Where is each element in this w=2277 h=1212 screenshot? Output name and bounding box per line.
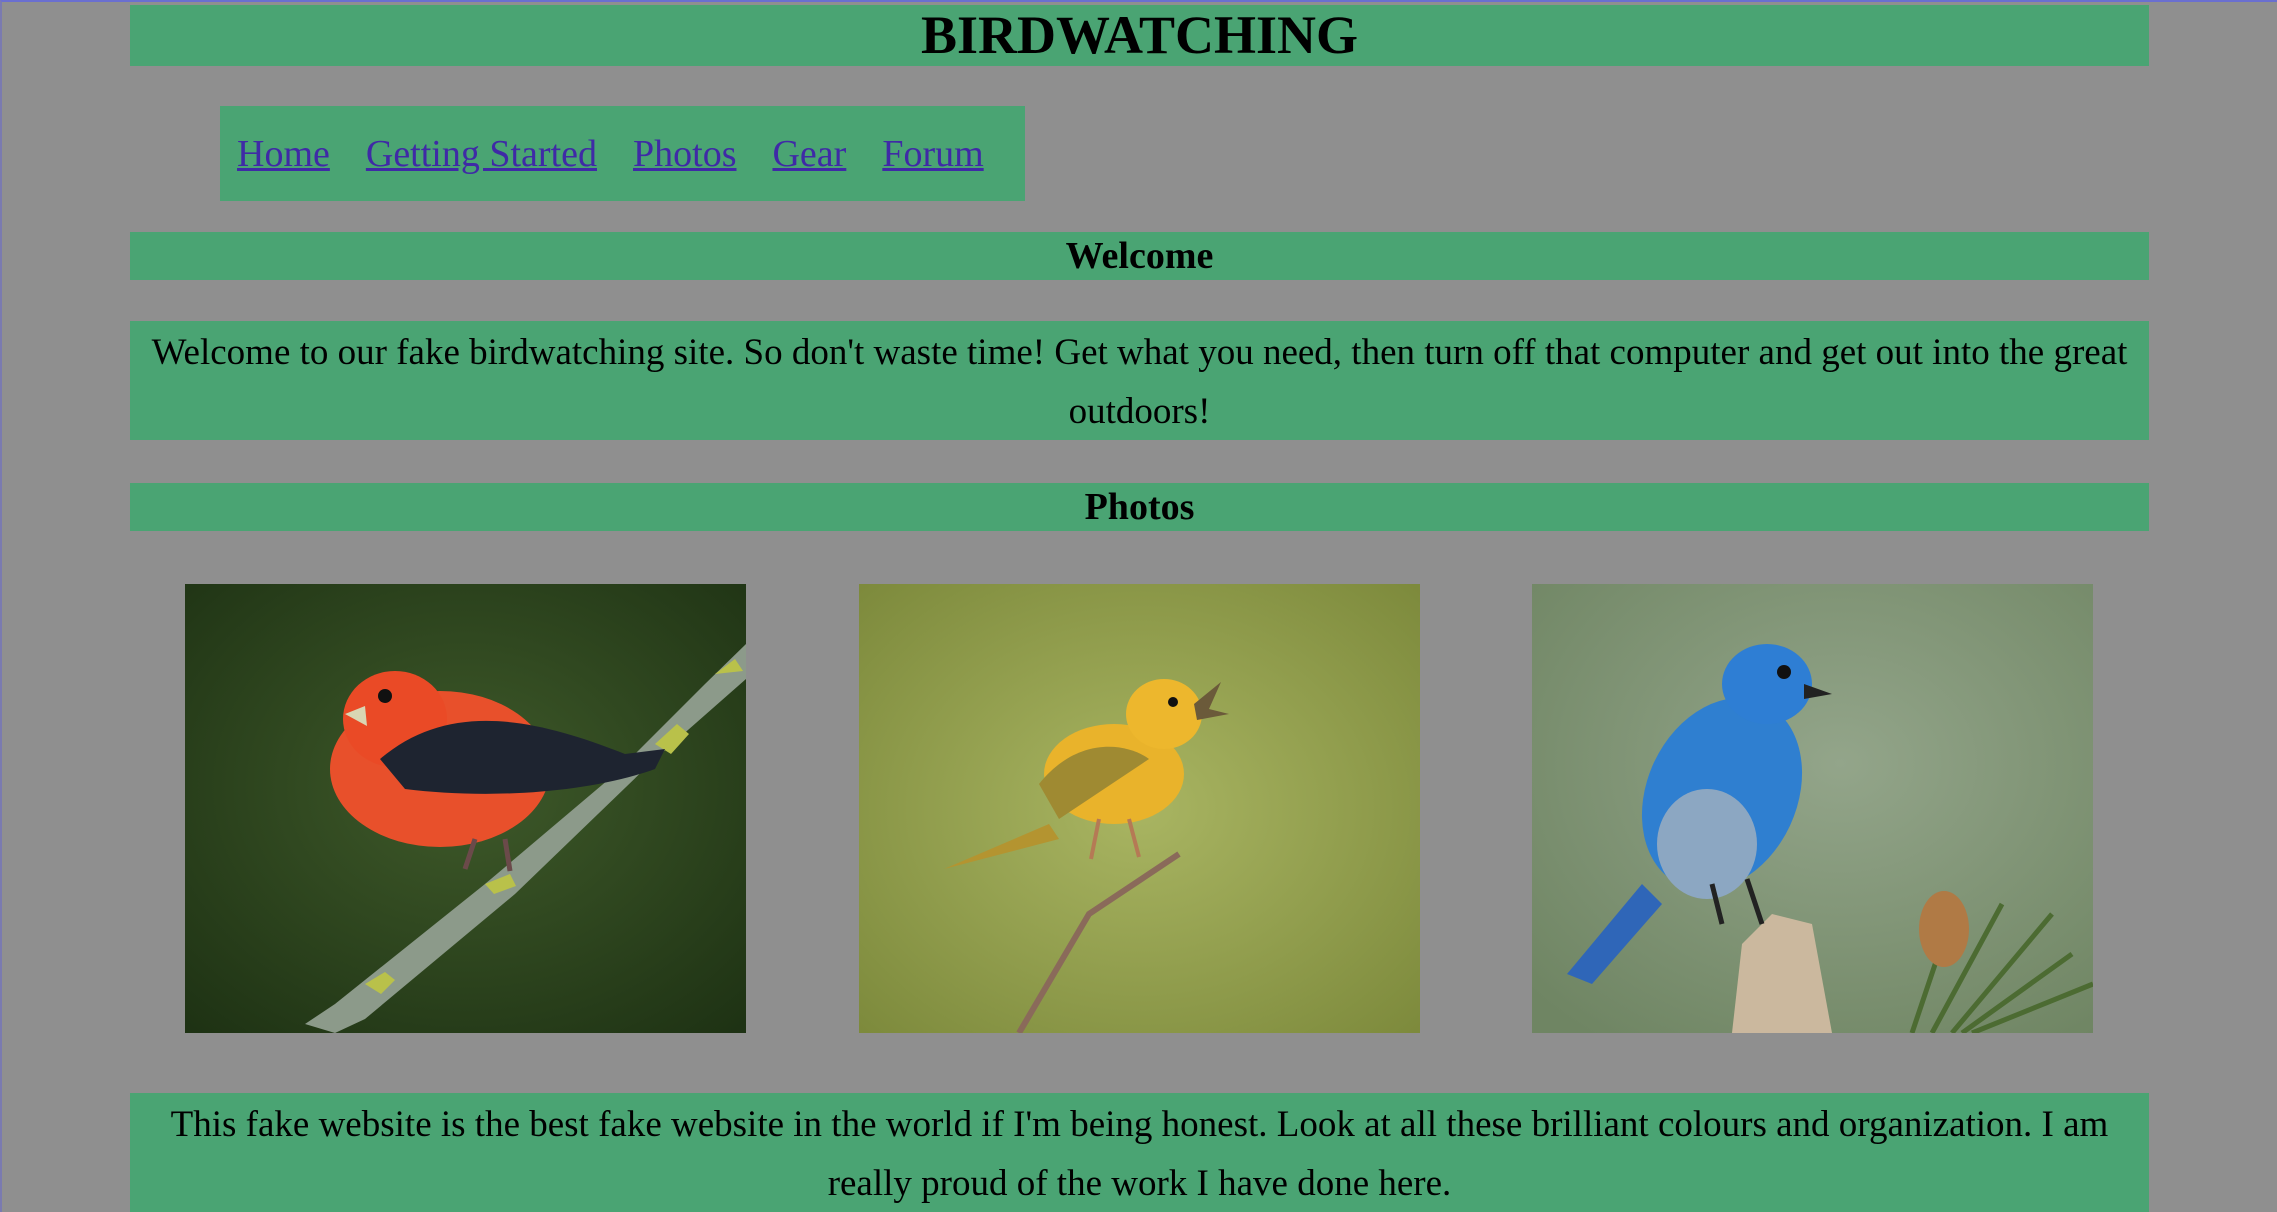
main-nav: Home Getting Started Photos Gear Forum — [220, 106, 1025, 201]
photo-blue-bird — [1532, 584, 2093, 1033]
welcome-paragraph: Welcome to our fake birdwatching site. S… — [130, 321, 2149, 440]
photos-heading: Photos — [130, 483, 2149, 531]
welcome-heading: Welcome — [130, 232, 2149, 280]
nav-link-forum[interactable]: Forum — [882, 135, 983, 173]
nav-link-home[interactable]: Home — [237, 135, 330, 173]
blue-bird-image — [1532, 584, 2093, 1033]
photo-yellow-bird — [859, 584, 1420, 1033]
nav-link-getting-started[interactable]: Getting Started — [366, 135, 597, 173]
photo-red-bird — [185, 584, 746, 1033]
red-bird-image — [185, 584, 746, 1033]
yellow-bird-image — [859, 584, 1420, 1033]
nav-link-photos[interactable]: Photos — [633, 135, 736, 173]
site-title: BIRDWATCHING — [130, 5, 2149, 66]
footer-paragraph: This fake website is the best fake websi… — [130, 1093, 2149, 1212]
nav-link-gear[interactable]: Gear — [772, 135, 846, 173]
